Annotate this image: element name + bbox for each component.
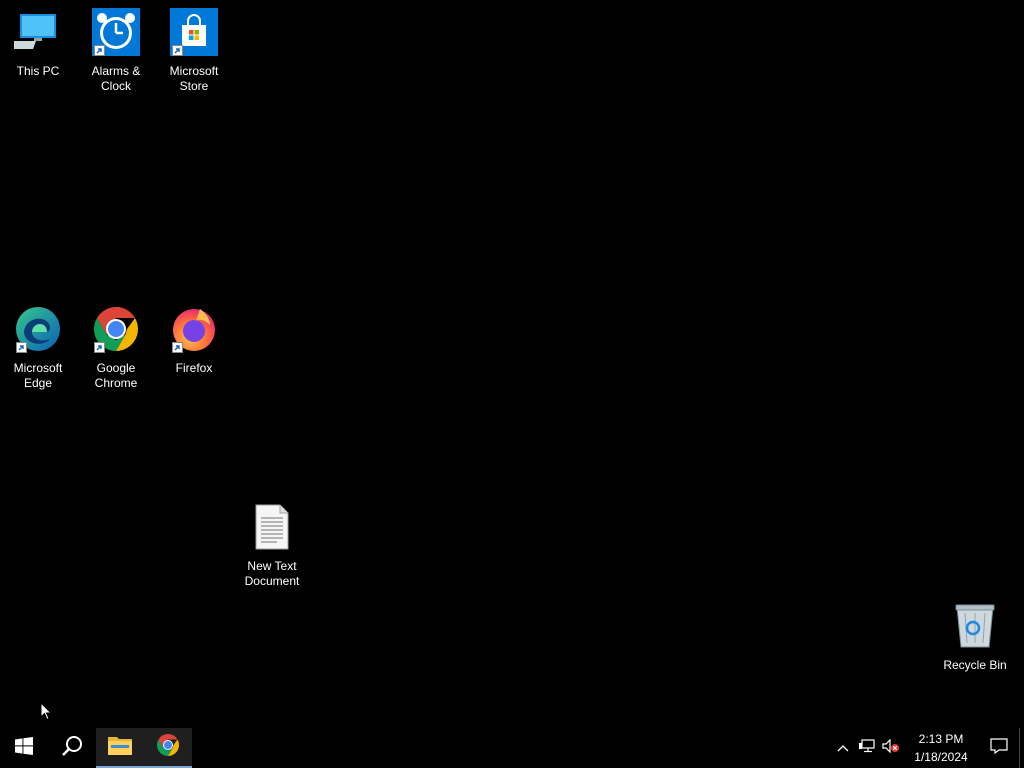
desktop-icon-label: New Text Document	[244, 559, 300, 588]
desktop-icon-firefox[interactable]: Firefox	[156, 305, 232, 376]
desktop-icon-microsoft-edge[interactable]: Microsoft Edge	[0, 305, 76, 391]
taskbar-file-explorer[interactable]	[96, 728, 144, 768]
microsoft-store-icon	[170, 8, 218, 56]
windows-start-icon	[15, 736, 33, 760]
action-center-icon	[990, 737, 1008, 759]
taskbar-clock[interactable]: 2:13 PM 1/18/2024	[903, 730, 979, 766]
desktop[interactable]: This PC Alarms & Clock Microsoft Store M…	[0, 0, 1024, 728]
recycle-bin-icon	[951, 602, 999, 650]
google-chrome-icon	[92, 305, 140, 353]
volume-muted-icon	[882, 738, 900, 758]
desktop-icon-alarms-clock[interactable]: Alarms & Clock	[78, 8, 154, 94]
volume-button[interactable]	[879, 728, 903, 768]
clock-date: 1/18/2024	[914, 750, 968, 764]
system-tray: 2:13 PM 1/18/2024	[831, 728, 1024, 768]
this-pc-icon	[14, 8, 62, 56]
desktop-icon-label: Recycle Bin	[943, 658, 1007, 672]
file-explorer-icon	[108, 735, 132, 760]
shortcut-arrow-icon	[16, 342, 27, 353]
desktop-icon-new-text-document[interactable]: New Text Document	[234, 503, 310, 589]
desktop-icon-this-pc[interactable]: This PC	[0, 8, 76, 79]
firefox-icon	[170, 305, 218, 353]
microsoft-edge-icon	[14, 305, 62, 353]
desktop-icon-google-chrome[interactable]: Google Chrome	[78, 305, 154, 391]
show-desktop-button[interactable]	[1019, 728, 1024, 768]
text-document-icon	[248, 503, 296, 551]
mouse-cursor-icon	[40, 701, 53, 726]
shortcut-arrow-icon	[172, 342, 183, 353]
desktop-icon-recycle-bin[interactable]: Recycle Bin	[937, 602, 1013, 673]
google-chrome-icon	[156, 733, 180, 762]
desktop-icon-label: Google Chrome	[94, 361, 138, 390]
chevron-up-icon	[837, 739, 849, 757]
desktop-icon-label: This PC	[16, 64, 60, 78]
network-icon	[859, 738, 875, 758]
desktop-icon-microsoft-store[interactable]: Microsoft Store	[156, 8, 232, 94]
action-center-button[interactable]	[979, 728, 1019, 768]
desktop-icon-label: Microsoft Edge	[13, 361, 63, 390]
search-icon	[61, 735, 83, 762]
desktop-icon-label: Alarms & Clock	[91, 64, 141, 93]
desktop-icon-label: Firefox	[175, 361, 213, 375]
shortcut-arrow-icon	[94, 342, 105, 353]
show-hidden-icons-button[interactable]	[831, 728, 855, 768]
clock-time: 2:13 PM	[918, 732, 964, 746]
search-button[interactable]	[48, 728, 96, 768]
taskbar: 2:13 PM 1/18/2024	[0, 728, 1024, 768]
taskbar-google-chrome[interactable]	[144, 728, 192, 768]
alarms-clock-icon	[92, 8, 140, 56]
shortcut-arrow-icon	[172, 45, 183, 56]
start-button[interactable]	[0, 728, 48, 768]
shortcut-arrow-icon	[94, 45, 105, 56]
network-button[interactable]	[855, 728, 879, 768]
desktop-icon-label: Microsoft Store	[169, 64, 219, 93]
